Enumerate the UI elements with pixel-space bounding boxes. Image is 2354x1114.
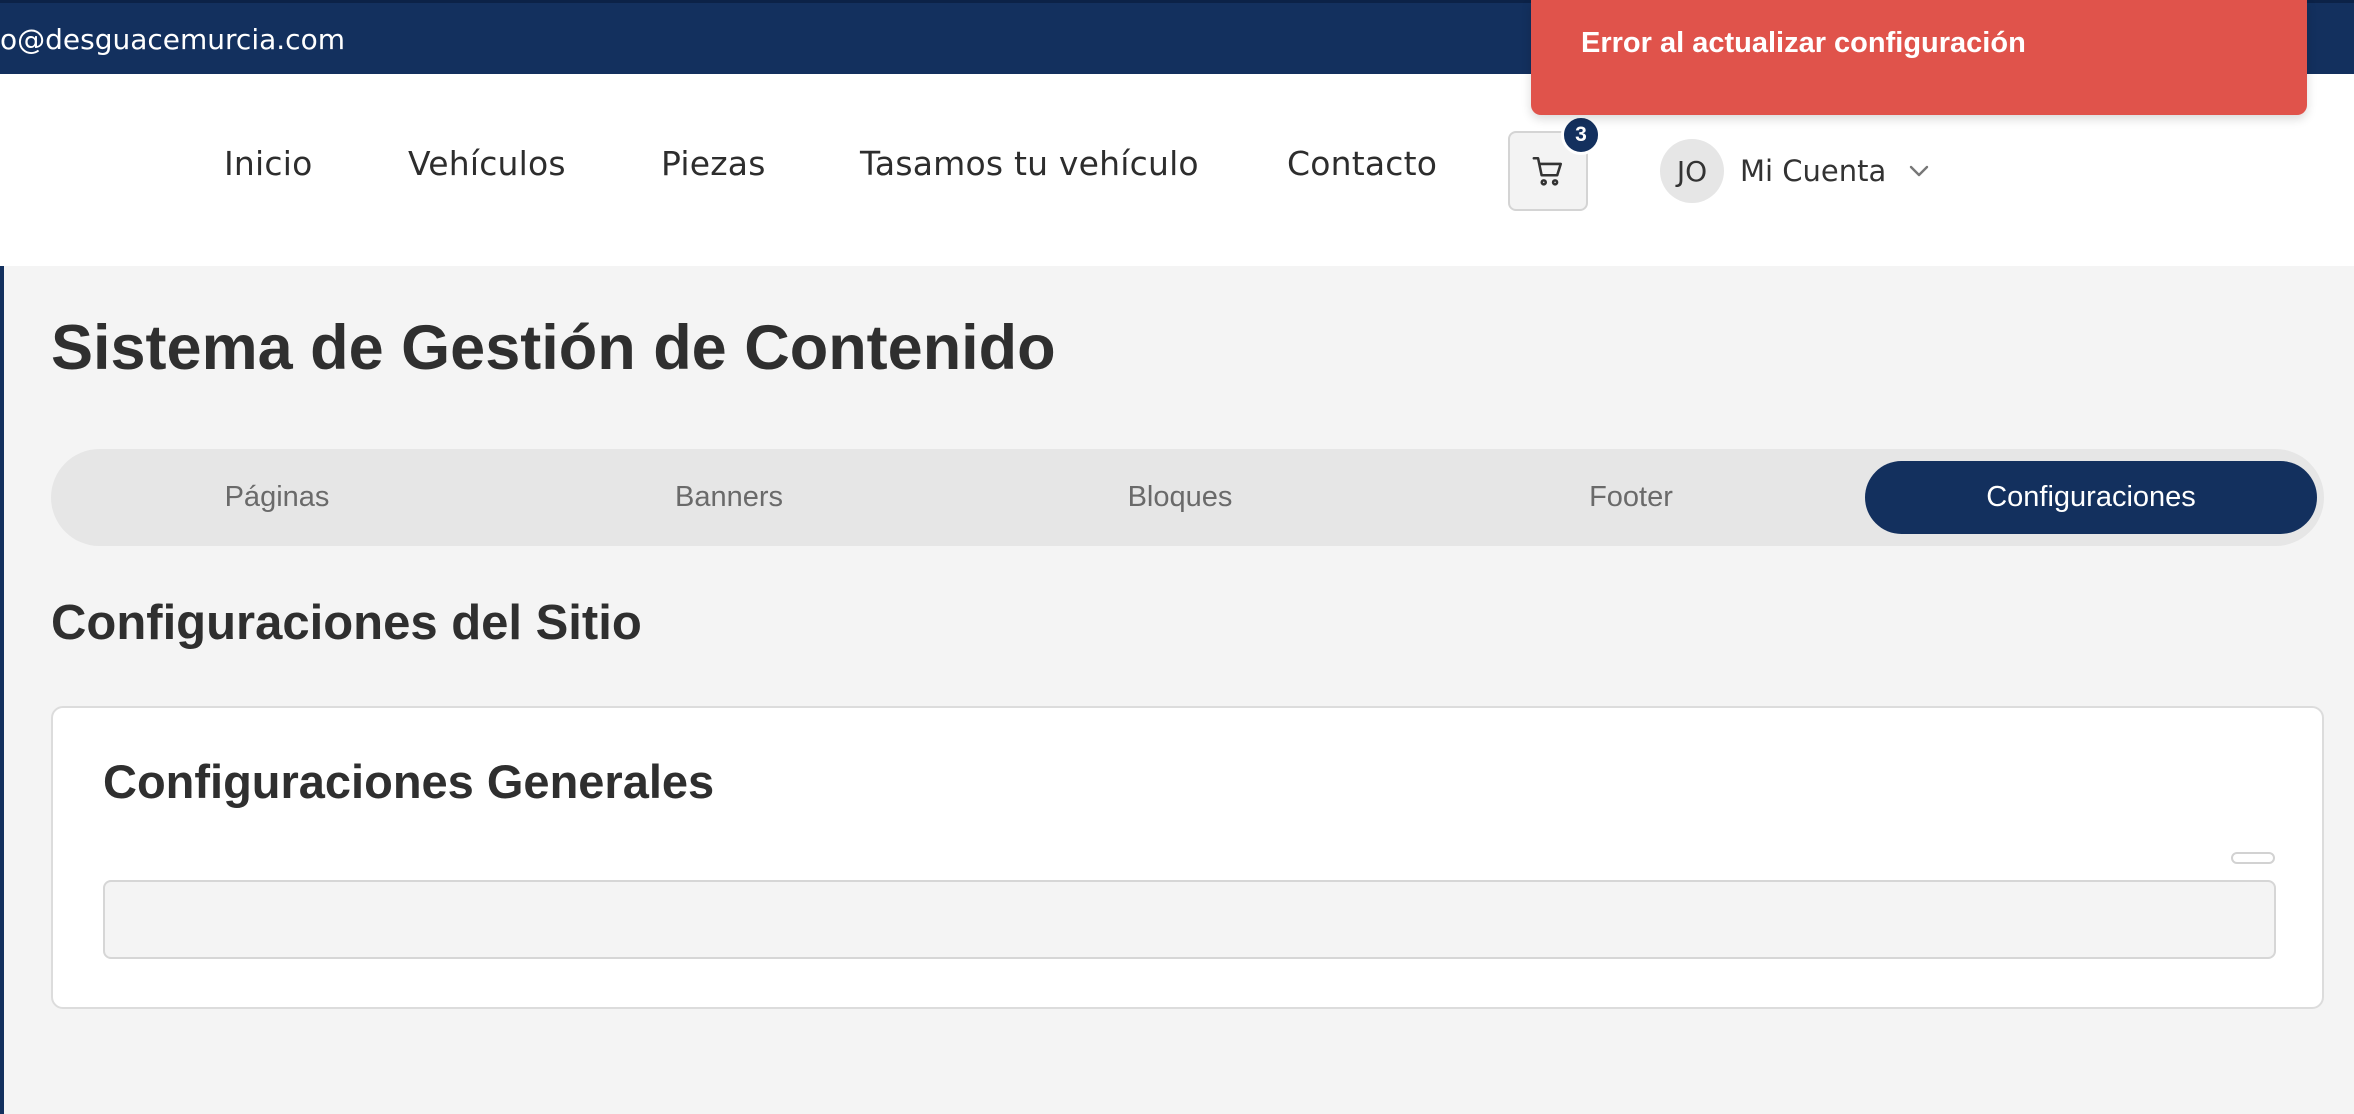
chevron-down-icon [1910,165,1929,177]
page-title: Sistema de Gestión de Contenido [51,313,1056,383]
tab-configuraciones[interactable]: Configuraciones [1865,461,2317,534]
nav-link-contacto[interactable]: Contacto [1287,144,1437,183]
avatar: JO [1660,139,1724,203]
settings-toggle[interactable] [2231,852,2275,864]
account-label: Mi Cuenta [1740,154,1887,188]
tab-banners[interactable]: Banners [503,461,955,534]
tab-footer[interactable]: Footer [1405,461,1857,534]
nav-link-tasamos[interactable]: Tasamos tu vehículo [860,144,1199,183]
section-title: Configuraciones del Sitio [51,596,642,650]
left-accent-bar [0,266,4,1114]
cart-icon [1532,156,1563,186]
cms-tabs: Páginas Banners Bloques Footer Configura… [51,449,2324,546]
nav-link-vehiculos[interactable]: Vehículos [408,144,566,183]
error-toast[interactable]: Error al actualizar configuración [1531,0,2307,115]
nav-link-piezas[interactable]: Piezas [661,144,766,183]
general-settings-card: Configuraciones Generales [51,706,2324,1009]
cart-count-badge: 3 [1561,115,1601,155]
toast-message: Error al actualizar configuración [1581,27,2026,59]
settings-input[interactable] [103,880,2276,959]
nav-link-inicio[interactable]: Inicio [224,144,313,183]
tab-bloques[interactable]: Bloques [954,461,1406,534]
account-menu[interactable]: JO Mi Cuenta [1660,138,1930,204]
card-title: Configuraciones Generales [103,755,715,808]
tab-paginas[interactable]: Páginas [51,461,503,534]
contact-email[interactable]: o@desguacemurcia.com [0,23,345,56]
